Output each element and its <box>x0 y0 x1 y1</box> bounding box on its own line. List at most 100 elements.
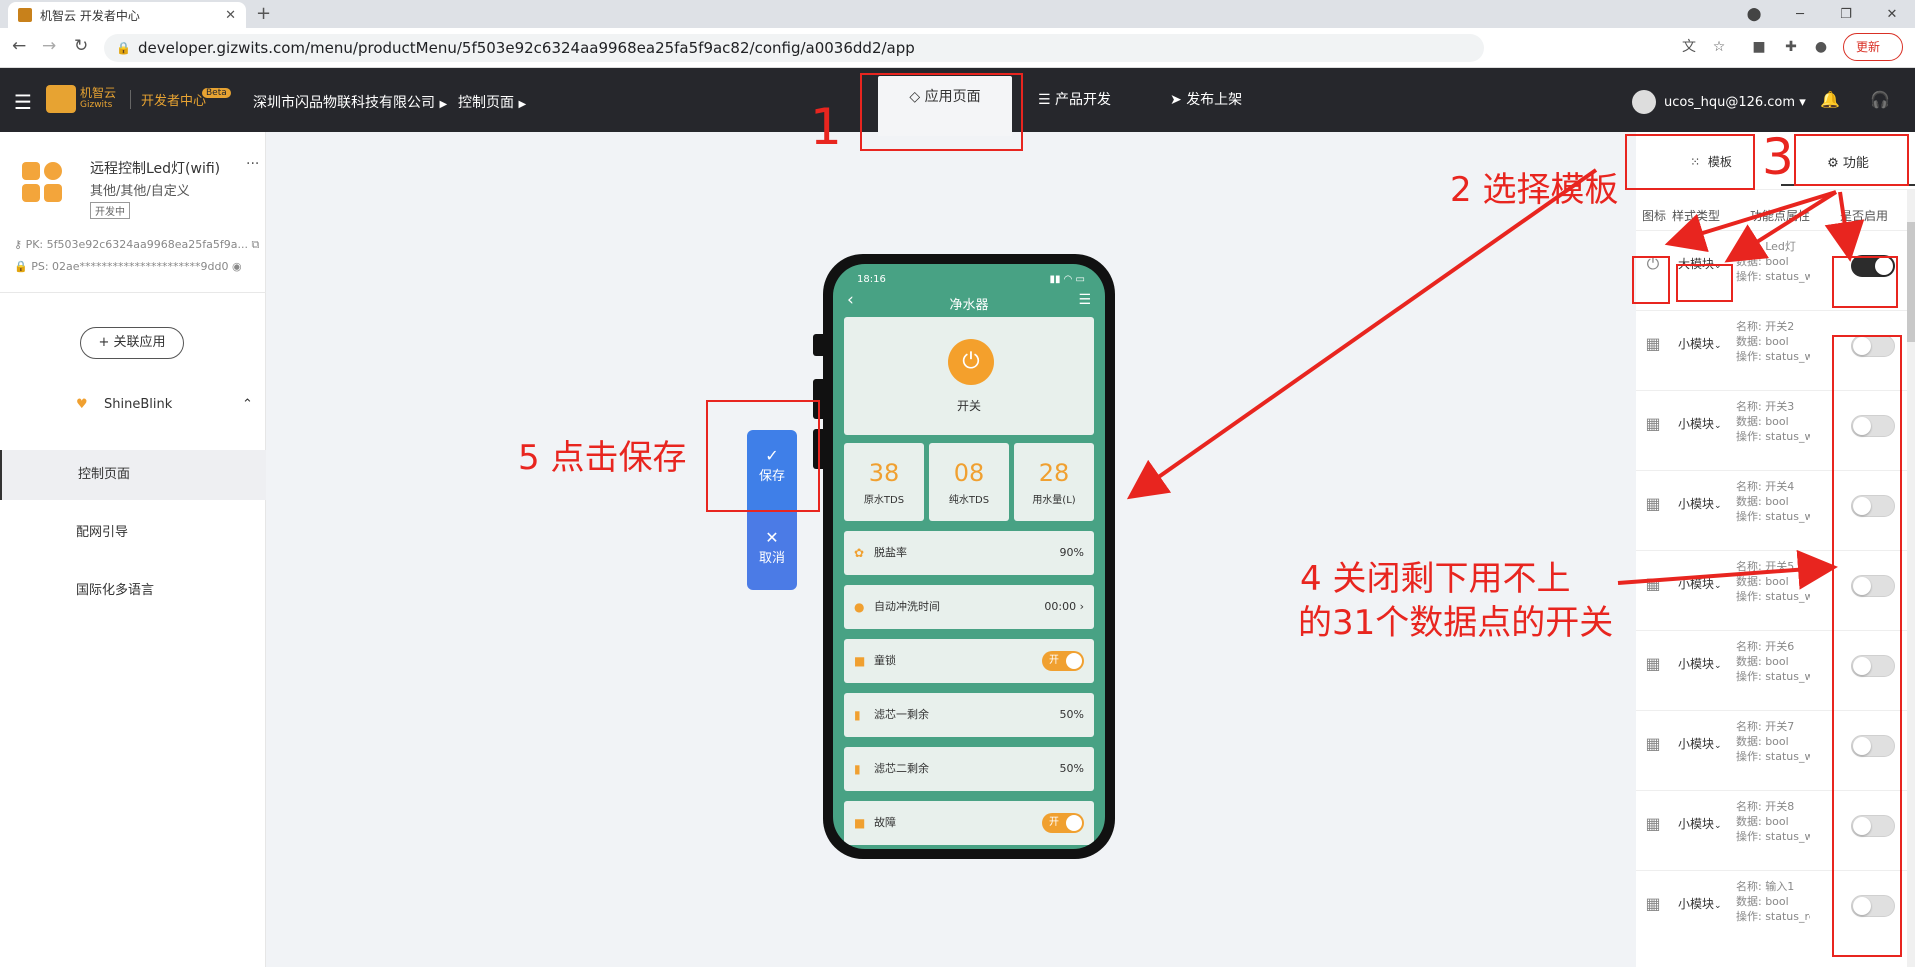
grid-icon[interactable]: ▦ <box>1644 575 1662 593</box>
sidebar-item-network-guide[interactable]: 配网引导 <box>0 508 266 558</box>
style-select[interactable]: 小模块⌄ <box>1678 735 1722 752</box>
chevron-down-icon: ▾ <box>1799 94 1806 110</box>
annotation-box-switches <box>1832 335 1902 957</box>
dev-center-label: 开发者中心 <box>130 90 206 109</box>
row-label: 故障 <box>874 816 896 829</box>
attr-data: 数据: bool <box>1736 735 1789 748</box>
more-icon[interactable]: ··· <box>246 156 259 172</box>
chevron-down-icon: ⌄ <box>1714 581 1722 591</box>
user-email: ucos_hqu@126.com <box>1664 94 1796 110</box>
list-item[interactable]: ● 自动冲洗时间 00:00 › <box>844 585 1094 629</box>
scrollbar-thumb[interactable] <box>1907 222 1915 342</box>
link-app-button[interactable]: + 关联应用 <box>80 327 184 359</box>
sidebar: 远程控制Led灯(wifi) 其他/其他/自定义 开发中 ··· ⚷ PK: 5… <box>0 132 266 967</box>
style-select[interactable]: 小模块⌄ <box>1678 335 1722 352</box>
puzzle-icon[interactable]: ✚ <box>1782 38 1800 56</box>
favicon-icon <box>18 8 32 22</box>
power-icon[interactable]: ⏻ <box>948 339 994 385</box>
list-item[interactable]: ▮ 滤芯一剩余 50% <box>844 693 1094 737</box>
page-crumb[interactable]: 控制页面 ▶ <box>458 92 526 112</box>
style-select[interactable]: 小模块⌄ <box>1678 895 1722 912</box>
grid-icon[interactable]: ▦ <box>1644 335 1662 353</box>
eye-icon[interactable]: ◉ <box>232 260 242 273</box>
row-value-wrap: 00:00 › <box>1044 585 1084 629</box>
copy-icon[interactable]: ⧉ <box>252 238 260 251</box>
grid-icon[interactable]: ▦ <box>1644 895 1662 913</box>
style-select[interactable]: 小模块⌄ <box>1678 815 1722 832</box>
sidebar-item-i18n[interactable]: 国际化多语言 <box>0 566 266 616</box>
crumb-label: 控制页面 <box>458 95 514 111</box>
grid-icon[interactable]: ▦ <box>1644 415 1662 433</box>
browser-tab[interactable]: 机智云 开发者中心 ✕ <box>8 2 246 28</box>
chevron-down-icon: ⌄ <box>1714 901 1722 911</box>
update-button[interactable]: 更新 <box>1842 33 1903 61</box>
close-tab-icon[interactable]: ✕ <box>225 8 236 23</box>
bell-icon[interactable]: 🔔 <box>1820 90 1840 109</box>
translate-icon[interactable]: 文 <box>1680 38 1698 56</box>
address-bar[interactable]: 🔒 developer.gizwits.com/menu/productMenu… <box>104 34 1484 62</box>
style-select[interactable]: 小模块⌄ <box>1678 655 1722 672</box>
key-icon: ⚷ <box>14 238 23 251</box>
stat-label: 纯水TDS <box>948 495 990 506</box>
style-value: 小模块 <box>1678 497 1715 511</box>
style-select[interactable]: 小模块⌄ <box>1678 495 1722 512</box>
grid-icon[interactable]: ▦ <box>1644 815 1662 833</box>
send-icon: ➤ <box>1170 92 1182 108</box>
toggle[interactable]: 开 <box>1042 651 1084 671</box>
toggle-knob <box>1066 815 1082 831</box>
grid-icon[interactable]: ▦ <box>1644 655 1662 673</box>
sidebar-item-control-page[interactable]: 控制页面 <box>0 450 266 500</box>
headset-icon[interactable]: 🎧 <box>1870 90 1890 109</box>
back-icon[interactable]: ← <box>12 36 26 56</box>
list-item[interactable]: ■ 童锁 开 <box>844 639 1094 683</box>
toggle[interactable]: 开 <box>1042 813 1084 833</box>
list-item[interactable]: ■ 故障 开 <box>844 801 1094 845</box>
restore-icon[interactable]: ❐ <box>1823 7 1869 22</box>
attr-name: 名称: 开关7 <box>1736 720 1795 733</box>
ps-row: 🔒 PS: 02ae**********************9dd0 ◉ <box>14 260 242 273</box>
row-value: 50% <box>1059 708 1084 721</box>
tab-product-dev[interactable]: ☰ 产品开发 <box>1038 68 1111 132</box>
lock-icon: ■ <box>854 654 866 668</box>
grid-icon[interactable]: ▦ <box>1644 735 1662 753</box>
sidebar-divider <box>0 292 266 293</box>
attr-block: 名称: 开关3 数据: bool 操作: status_writable <box>1736 399 1810 444</box>
style-value: 小模块 <box>1678 817 1715 831</box>
list-item[interactable]: ▮ 滤芯二剩余 50% <box>844 747 1094 791</box>
minimize-icon[interactable]: ─ <box>1777 7 1823 22</box>
chevron-right-icon: ▶ <box>439 99 448 110</box>
product-name: 远程控制Led灯(wifi) <box>90 161 221 177</box>
forward-icon[interactable]: → <box>42 36 56 56</box>
style-select[interactable]: 小模块⌄ <box>1678 415 1722 432</box>
ps-label: PS: <box>31 260 49 273</box>
sliders-icon: ☰ <box>1038 92 1051 108</box>
menu-icon[interactable]: ☰ <box>14 90 32 114</box>
beta-badge: Beta <box>202 88 231 98</box>
attr-op: 操作: status_writable <box>1736 750 1810 763</box>
profile-icon[interactable]: ⬤ <box>1731 7 1777 22</box>
company-selector[interactable]: 深圳市闪品物联科技有限公司 ▶ <box>253 92 447 112</box>
settings-icon[interactable]: ☰ <box>1078 292 1091 308</box>
lock-icon: 🔒 <box>14 260 28 273</box>
attr-op: 操作: status_writable <box>1736 430 1810 443</box>
annotation-step-1: 1 <box>810 98 842 156</box>
sidebar-app-shineblink[interactable]: ♥ ShineBlink ⌃ <box>0 387 266 423</box>
browser-toolbar: ← → ↻ 🔒 developer.gizwits.com/menu/produ… <box>0 28 1915 68</box>
reload-icon[interactable]: ↻ <box>74 36 88 56</box>
close-window-icon[interactable]: ✕ <box>1869 7 1915 22</box>
star-icon[interactable]: ☆ <box>1710 38 1728 56</box>
account-icon[interactable]: ● <box>1812 38 1830 56</box>
filter-icon: ▮ <box>854 762 861 776</box>
power-label: 开关 <box>956 399 981 413</box>
style-select[interactable]: 小模块⌄ <box>1678 575 1722 592</box>
user-menu[interactable]: ucos_hqu@126.com ▾ <box>1632 90 1806 114</box>
extension-icon[interactable]: ■ <box>1750 38 1768 56</box>
col-attr-header: 功能点属性 <box>1750 209 1811 223</box>
attr-name: 名称: 开关3 <box>1736 400 1795 413</box>
list-item[interactable]: ✿ 脱盐率 90% <box>844 531 1094 575</box>
grid-icon[interactable]: ▦ <box>1644 495 1662 513</box>
new-tab-icon[interactable]: + <box>256 3 271 24</box>
cancel-button[interactable]: ✕ 取消 <box>747 512 797 590</box>
tab-publish[interactable]: ➤ 发布上架 <box>1170 68 1242 132</box>
attr-block: 名称: Led灯数据: bool 操作: status_writable <box>1736 239 1810 284</box>
